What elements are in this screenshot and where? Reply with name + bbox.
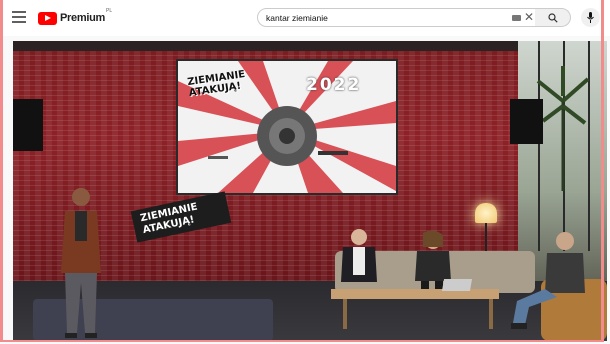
panelist-3 (511, 232, 585, 329)
voice-search-button[interactable] (581, 8, 600, 27)
projection-screen: ZIEMIANIE ATAKUJĄ! 2022 (178, 61, 396, 193)
speaker-person (61, 188, 101, 338)
table-leg (489, 299, 493, 329)
clear-icon[interactable]: ✕ (524, 11, 534, 23)
speaker-right (510, 99, 543, 144)
top-bar: Premium PL ✕ (0, 0, 610, 36)
lamp (475, 203, 497, 223)
logo-superscript: PL (105, 8, 113, 14)
screen-year: 2022 (306, 75, 362, 95)
table-leg (343, 299, 347, 329)
search-button[interactable] (535, 8, 571, 27)
video-player[interactable]: ZIEMIANIE ATAKUJĄ! 2022 ZIEMIANIE ATAKUJ… (13, 41, 607, 341)
coffee-table (331, 289, 499, 299)
search-icon (548, 13, 558, 23)
youtube-premium-logo[interactable]: Premium PL (38, 8, 113, 25)
logo-text: Premium (60, 12, 105, 24)
speaker-left (13, 99, 43, 151)
microphone-icon (587, 12, 594, 23)
search-input[interactable] (266, 11, 496, 25)
menu-icon[interactable] (12, 11, 26, 23)
youtube-logo-icon (38, 11, 57, 25)
panelist-1 (341, 229, 377, 282)
laptop (441, 279, 473, 291)
search-box[interactable]: ✕ (257, 8, 536, 27)
keyboard-icon[interactable] (512, 15, 521, 21)
